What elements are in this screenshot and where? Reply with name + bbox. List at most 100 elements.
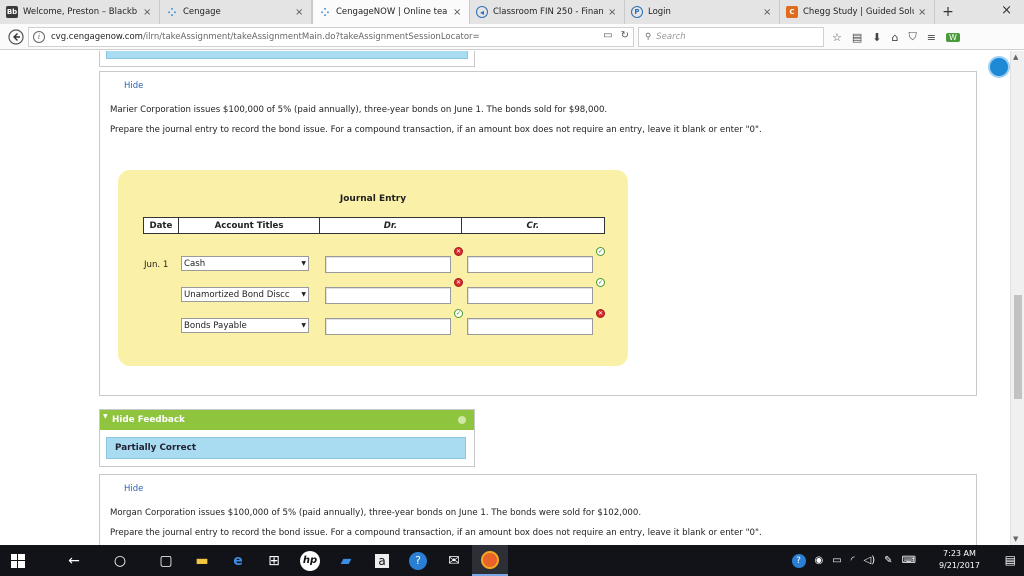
journal-row: Unamortized Bond Discc ▼ ✓ ✕ ✓ bbox=[118, 278, 628, 307]
account-select[interactable]: Unamortized Bond Discc ▼ ✓ bbox=[181, 287, 309, 302]
url-text[interactable]: cvg.cengagenow.com/ilrn/takeAssignment/t… bbox=[51, 32, 480, 42]
windows-start-icon[interactable] bbox=[0, 545, 36, 576]
file-explorer-icon[interactable]: ▬ bbox=[184, 545, 220, 576]
windows-taskbar: ← ○ ▢ ▬ e ⊞ hp ▰ a ? ✉ ? ◉ ▭ ◜ ◁) ✎ ⌨ 7:… bbox=[0, 545, 1024, 576]
edge-icon[interactable]: e bbox=[220, 545, 256, 576]
home-icon[interactable]: ⌂ bbox=[892, 31, 899, 44]
tab-cengagenow[interactable]: ⁘ CengageNOW | Online tea × bbox=[312, 0, 470, 24]
debit-input[interactable]: ✕ bbox=[325, 247, 463, 273]
pen-icon[interactable]: ✎ bbox=[884, 555, 892, 566]
reading-list-icon[interactable]: ▤ bbox=[852, 31, 862, 44]
tab-close-icon[interactable]: × bbox=[608, 7, 618, 18]
error-x-icon: ✕ bbox=[454, 247, 463, 256]
scroll-up-icon[interactable]: ▲ bbox=[1013, 53, 1018, 61]
pin-icon[interactable] bbox=[458, 416, 466, 424]
check-icon: ✓ bbox=[454, 309, 463, 318]
cortana-icon[interactable]: ○ bbox=[102, 545, 138, 576]
page-content: Hide Marier Corporation issues $100,000 … bbox=[0, 51, 1010, 545]
instruction-text: Prepare the journal entry to record the … bbox=[110, 125, 762, 135]
wifi-icon[interactable]: ◜ bbox=[851, 555, 855, 566]
firefox-icon[interactable] bbox=[472, 545, 508, 576]
journal-row: Jun. 1 Cash ▼ ✓ ✕ ✓ bbox=[118, 247, 628, 276]
reader-view-icon[interactable]: ▭ bbox=[603, 30, 612, 41]
back-arrow-icon[interactable]: ← bbox=[56, 545, 92, 576]
new-tab-button[interactable]: + bbox=[935, 0, 961, 24]
account-select[interactable]: Bonds Payable ▼ ✓ bbox=[181, 318, 309, 333]
help-icon[interactable]: ? bbox=[400, 545, 436, 576]
tab-classroom[interactable]: ◂ Classroom FIN 250 - Financ × bbox=[470, 0, 625, 24]
search-icon: ⚲ bbox=[645, 32, 652, 42]
question-panel-1: Hide Marier Corporation issues $100,000 … bbox=[99, 71, 977, 396]
bookmark-star-icon[interactable]: ☆ bbox=[832, 31, 842, 44]
tab-chegg[interactable]: C Chegg Study | Guided Solut × bbox=[780, 0, 935, 24]
tab-blackboard[interactable]: Bb Welcome, Preston – Blackb × bbox=[0, 0, 160, 24]
url-bar[interactable]: i cvg.cengagenow.com/ilrn/takeAssignment… bbox=[28, 27, 634, 47]
account-select[interactable]: Cash ▼ ✓ bbox=[181, 256, 309, 271]
instruction-text: Prepare the journal entry to record the … bbox=[110, 528, 762, 538]
download-icon[interactable]: ⬇ bbox=[872, 31, 881, 44]
error-x-icon: ✕ bbox=[454, 278, 463, 287]
scroll-thumb[interactable] bbox=[1014, 295, 1022, 399]
debit-input[interactable]: ✕ bbox=[325, 278, 463, 304]
site-info-icon[interactable]: i bbox=[33, 31, 45, 43]
tab-close-icon[interactable]: × bbox=[295, 7, 305, 18]
mail-icon[interactable]: ✉ bbox=[436, 545, 472, 576]
credit-input[interactable]: ✓ bbox=[467, 278, 605, 304]
window-close-button[interactable]: × bbox=[1001, 3, 1012, 18]
debit-input[interactable]: ✓ bbox=[325, 309, 463, 335]
url-path: /ilrn/takeAssignment/takeAssignmentMain.… bbox=[142, 32, 480, 42]
reload-icon[interactable]: ↻ bbox=[621, 30, 629, 41]
feedback-header[interactable]: ▼ Hide Feedback bbox=[100, 410, 474, 430]
account-value: Unamortized Bond Discc bbox=[184, 289, 290, 300]
feedback-header-label: Hide Feedback bbox=[112, 415, 185, 425]
hide-link[interactable]: Hide bbox=[124, 81, 143, 91]
tab-label: Chegg Study | Guided Solut bbox=[803, 7, 914, 17]
pocket-icon[interactable]: ⛉ bbox=[908, 30, 916, 44]
tab-login[interactable]: P Login × bbox=[625, 0, 780, 24]
scroll-down-icon[interactable]: ▼ bbox=[1013, 535, 1018, 543]
hp-icon[interactable]: hp bbox=[292, 545, 328, 576]
extension-icon[interactable]: W bbox=[945, 32, 960, 42]
browser-toolbar: ☆ ▤ ⬇ ⌂ ⛉ ≡ W bbox=[832, 27, 960, 47]
tab-close-icon[interactable]: × bbox=[143, 7, 153, 18]
check-icon: ✓ bbox=[596, 278, 605, 287]
back-arrow-icon[interactable] bbox=[4, 25, 28, 49]
tab-close-icon[interactable]: × bbox=[763, 7, 773, 18]
photos-icon[interactable]: ▰ bbox=[328, 545, 364, 576]
hide-link[interactable]: Hide bbox=[124, 484, 143, 494]
task-view-icon[interactable]: ▢ bbox=[148, 545, 184, 576]
help-tray-icon[interactable]: ? bbox=[791, 553, 806, 568]
tab-close-icon[interactable]: × bbox=[453, 7, 463, 18]
page-scrollbar[interactable]: ▲ ▼ bbox=[1010, 51, 1024, 545]
url-domain: cvg.cengagenow.com bbox=[51, 32, 143, 42]
keyboard-icon[interactable]: ⌨ bbox=[902, 555, 916, 566]
chevron-down-icon: ▼ bbox=[301, 322, 306, 329]
cengage-icon: ⁘ bbox=[320, 5, 330, 19]
credit-input[interactable]: ✕ bbox=[467, 309, 605, 335]
store-icon[interactable]: ⊞ bbox=[256, 545, 292, 576]
browser-tab-strip: Bb Welcome, Preston – Blackb × ⁘ Cengage… bbox=[0, 0, 1024, 24]
tab-label: Welcome, Preston – Blackb bbox=[23, 7, 138, 17]
feedback-status: Partially Correct bbox=[106, 437, 466, 459]
chevron-down-icon: ▼ bbox=[301, 260, 306, 267]
search-input[interactable]: ⚲ Search bbox=[638, 27, 824, 47]
check-icon: ✓ bbox=[596, 247, 605, 256]
entry-date: Jun. 1 bbox=[144, 260, 169, 270]
taskbar-clock[interactable]: 7:23 AM 9/21/2017 bbox=[939, 548, 980, 572]
tab-cengage[interactable]: ⁘ Cengage × bbox=[160, 0, 312, 24]
help-chat-icon[interactable] bbox=[988, 56, 1010, 78]
credit-input[interactable]: ✓ bbox=[467, 247, 605, 273]
clock-date: 9/21/2017 bbox=[938, 561, 980, 570]
volume-icon[interactable]: ◁) bbox=[864, 555, 876, 566]
notification-center-icon[interactable]: ▤ bbox=[1005, 553, 1016, 567]
tab-label: Classroom FIN 250 - Financ bbox=[493, 7, 604, 17]
error-x-icon: ✕ bbox=[596, 309, 605, 318]
battery-icon[interactable]: ▭ bbox=[832, 555, 841, 566]
col-debit: Dr. bbox=[320, 218, 462, 233]
record-icon[interactable]: ◉ bbox=[815, 555, 824, 566]
clock-time: 7:23 AM bbox=[943, 549, 976, 558]
col-credit: Cr. bbox=[526, 220, 540, 231]
tab-close-icon[interactable]: × bbox=[918, 7, 928, 18]
amazon-icon[interactable]: a bbox=[364, 545, 400, 576]
menu-icon[interactable]: ≡ bbox=[927, 31, 936, 44]
